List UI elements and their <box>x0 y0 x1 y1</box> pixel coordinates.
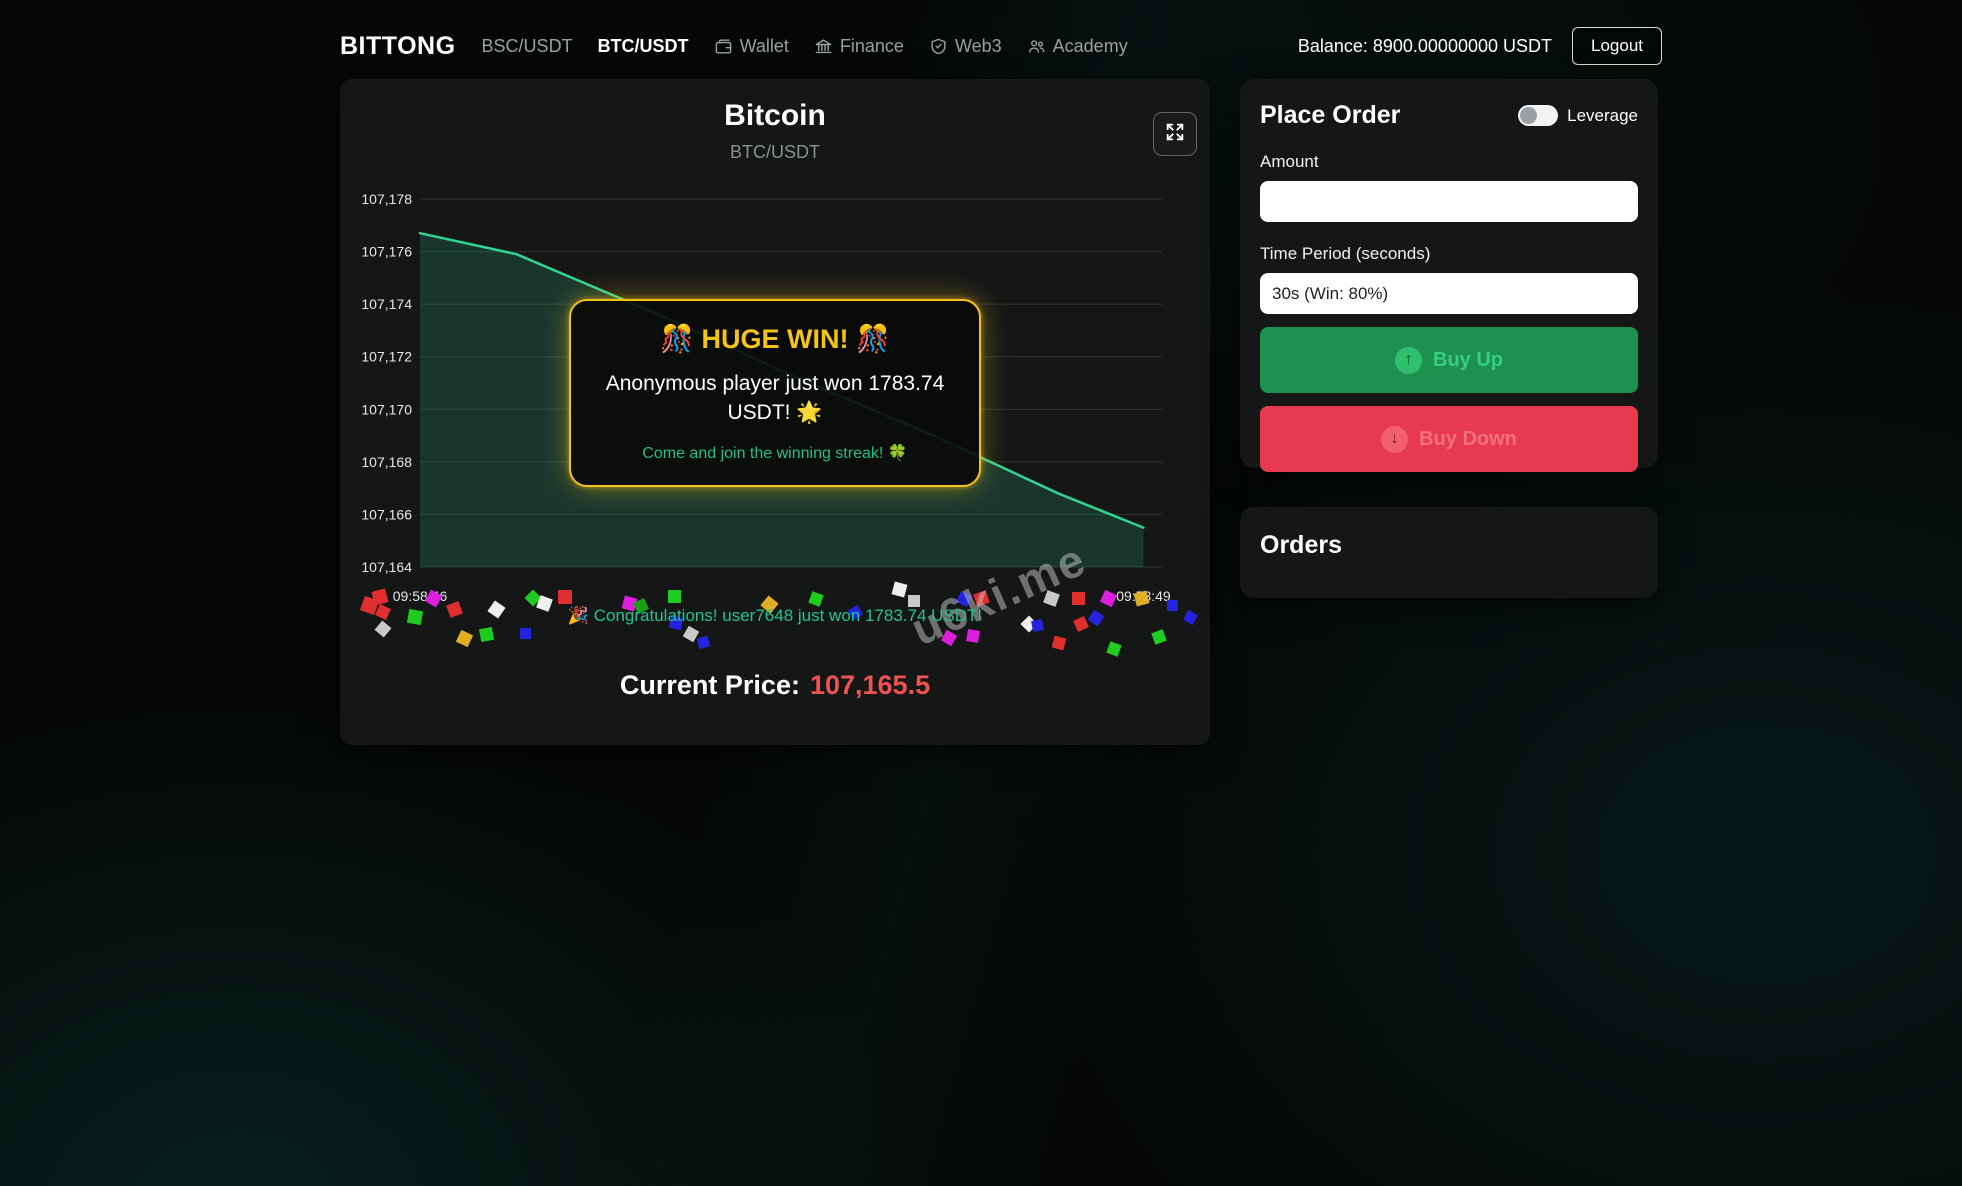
confetti-piece <box>696 635 711 650</box>
svg-text:107,170: 107,170 <box>361 401 412 417</box>
time-period-label: Time Period (seconds) <box>1260 244 1431 263</box>
confetti-piece <box>940 629 958 647</box>
current-price-value: 107,165.5 <box>809 670 931 700</box>
current-price-row: Current Price: 107,165.5 <box>340 670 1210 701</box>
svg-text:09:58:49: 09:58:49 <box>1116 588 1171 604</box>
confetti-piece <box>1106 641 1122 657</box>
buy-up-button[interactable]: ↑ Buy Up <box>1260 327 1638 393</box>
nav-item-bsc-usdt[interactable]: BSC/USDT <box>482 36 573 57</box>
huge-win-title: 🎊 HUGE WIN! 🎊 <box>660 324 890 355</box>
page-root: BITTONG BSC/USDT BTC/USDT Wallet Finance Web… <box>0 0 1962 1186</box>
nav-item-wallet[interactable]: Wallet <box>714 36 789 57</box>
huge-win-popup: 🎊 HUGE WIN! 🎊 Anonymous player just won … <box>569 299 981 487</box>
nav-item-label: Wallet <box>739 35 789 56</box>
confetti-piece <box>520 628 531 639</box>
confetti-piece <box>455 629 474 648</box>
leverage-toggle[interactable] <box>1518 105 1559 126</box>
svg-text:107,178: 107,178 <box>361 191 412 207</box>
nav-item-label: BSC/USDT <box>481 35 573 56</box>
leverage-label: Leverage <box>1567 105 1638 125</box>
nav-item-web3[interactable]: Web3 <box>929 36 1002 57</box>
confetti-piece <box>966 629 980 643</box>
buy-up-label: Buy Up <box>1433 348 1503 371</box>
fullscreen-button[interactable] <box>1153 112 1197 156</box>
nav-item-finance[interactable]: Finance <box>814 36 904 57</box>
huge-win-cta: Come and join the winning streak! 🍀 <box>642 444 908 462</box>
svg-text:107,168: 107,168 <box>361 454 412 470</box>
nav-item-label: Web3 <box>954 35 1002 56</box>
chart-header: Bitcoin BTC/USDT <box>340 79 1210 163</box>
nav-item-label: BTC/USDT <box>597 35 689 56</box>
wallet-icon <box>714 37 733 56</box>
buy-down-label: Buy Down <box>1419 427 1517 450</box>
svg-text:107,174: 107,174 <box>361 296 412 312</box>
confetti-piece <box>1051 635 1067 651</box>
place-order-title: Place Order <box>1260 101 1401 129</box>
chart-title: Bitcoin <box>724 99 826 132</box>
svg-text:107,166: 107,166 <box>361 506 412 522</box>
nav-item-academy[interactable]: Academy <box>1027 36 1128 57</box>
place-order-panel: Place Order Leverage Amount Time Period … <box>1240 79 1658 472</box>
logout-button[interactable]: Logout <box>1572 27 1662 65</box>
arrow-up-circle-icon: ↑ <box>1395 346 1422 374</box>
bank-icon <box>814 37 833 56</box>
svg-text:107,172: 107,172 <box>361 349 412 365</box>
people-icon <box>1027 37 1046 56</box>
svg-text:107,164: 107,164 <box>361 559 412 575</box>
chart-card: Bitcoin BTC/USDT 107,178 107,176 107,174 10… <box>340 79 1210 745</box>
nav-item-label: Academy <box>1052 35 1128 56</box>
huge-win-message: Anonymous player just won 1783.74 USDT! … <box>605 372 945 424</box>
amount-label: Amount <box>1260 152 1319 171</box>
chart-subtitle: BTC/USDT <box>730 142 820 162</box>
brand-logo[interactable]: BITTONG <box>340 32 456 61</box>
current-price-label: Current Price: <box>619 670 800 700</box>
top-bar: BITTONG BSC/USDT BTC/USDT Wallet Finance Web… <box>340 22 1662 70</box>
toggle-knob <box>1520 107 1538 124</box>
nav-item-btc-usdt[interactable]: BTC/USDT <box>598 36 689 57</box>
winner-ticker: 🎉 Congratulations! user7648 just won 178… <box>567 606 983 625</box>
expand-icon <box>1164 121 1186 148</box>
svg-text:107,176: 107,176 <box>361 244 412 260</box>
buy-down-button[interactable]: ↓ Buy Down <box>1260 406 1638 472</box>
confetti-piece <box>1151 629 1167 645</box>
leverage-row: Leverage <box>1518 105 1638 126</box>
confetti-piece <box>478 626 495 643</box>
confetti-piece <box>682 625 700 643</box>
nav-item-label: Finance <box>839 35 904 56</box>
orders-title: Orders <box>1260 531 1342 559</box>
orders-panel: Orders <box>1240 507 1658 598</box>
shield-icon <box>929 37 948 56</box>
svg-text:09:58:46: 09:58:46 <box>393 588 448 604</box>
balance-text: Balance: 8900.00000000 USDT <box>1297 35 1552 56</box>
amount-input[interactable] <box>1260 181 1638 222</box>
main-nav: BSC/USDT BTC/USDT Wallet Finance Web3 Academy <box>482 36 1128 57</box>
place-order-header: Place Order Leverage <box>1260 101 1638 130</box>
time-period-select[interactable]: 30s (Win: 80%) <box>1260 273 1638 314</box>
arrow-down-circle-icon: ↓ <box>1381 425 1409 453</box>
